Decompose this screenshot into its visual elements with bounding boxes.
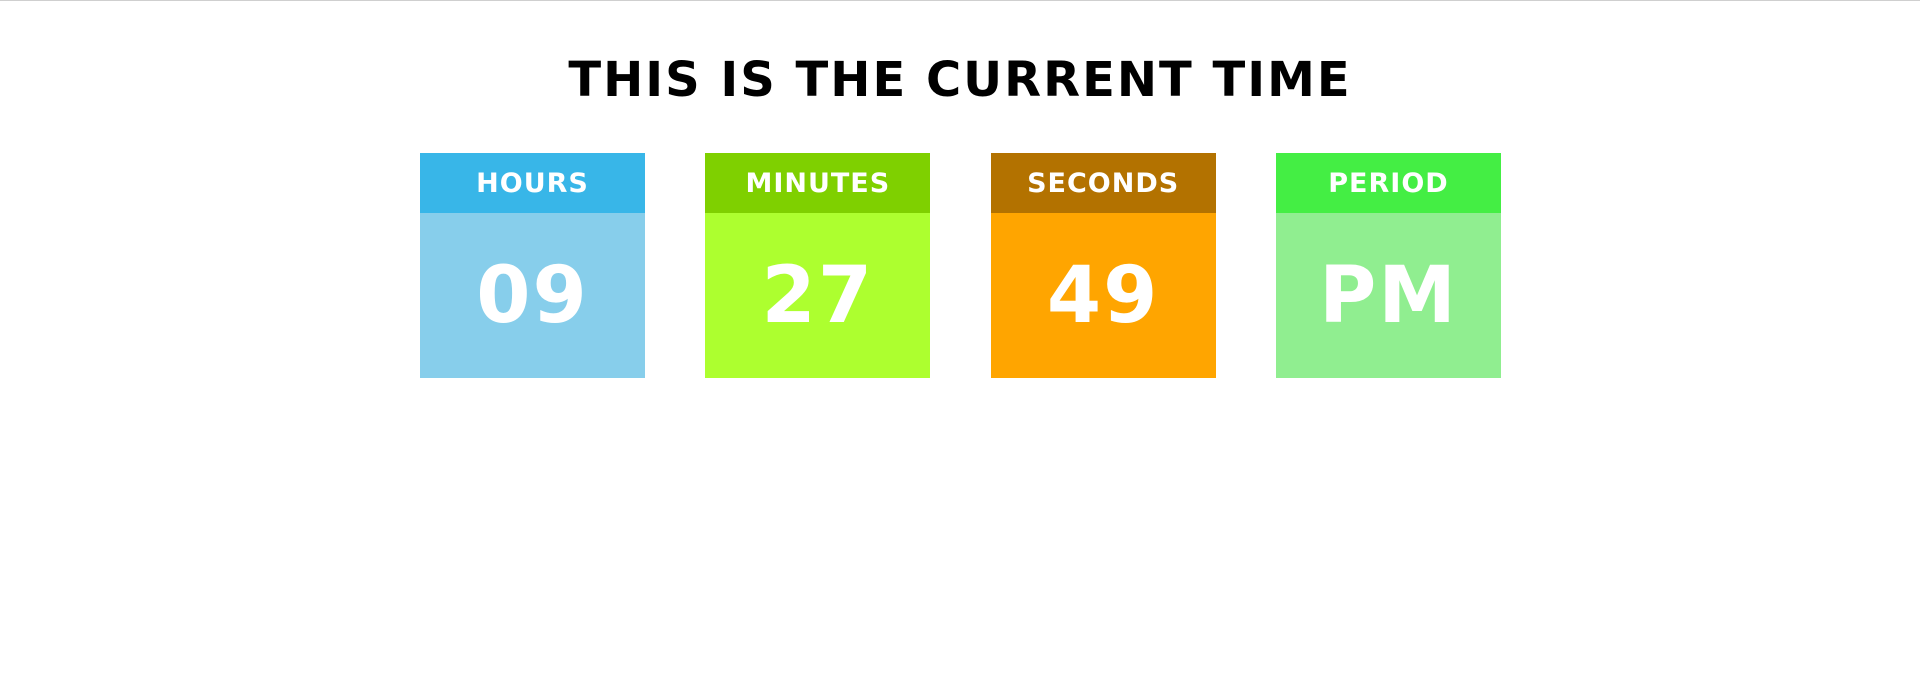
- minutes-value: 27: [705, 213, 931, 378]
- seconds-label: SECONDS: [990, 153, 1216, 213]
- minutes-label: MINUTES: [705, 153, 931, 213]
- seconds-card: SECONDS 49: [990, 153, 1216, 378]
- page: THIS IS THE CURRENT TIME HOURS 09 MINUTE…: [0, 0, 1920, 691]
- period-label: PERIOD: [1275, 153, 1501, 213]
- period-value: PM: [1275, 213, 1501, 378]
- time-cards: HOURS 09 MINUTES 27 SECONDS 49 PERIOD PM: [420, 153, 1501, 378]
- period-card: PERIOD PM: [1275, 153, 1501, 378]
- hours-label: HOURS: [420, 153, 645, 213]
- top-divider: [0, 0, 1920, 1]
- seconds-value: 49: [990, 213, 1216, 378]
- page-title: THIS IS THE CURRENT TIME: [568, 52, 1352, 108]
- hours-card: HOURS 09: [420, 153, 645, 378]
- hours-value: 09: [420, 213, 645, 378]
- minutes-card: MINUTES 27: [705, 153, 931, 378]
